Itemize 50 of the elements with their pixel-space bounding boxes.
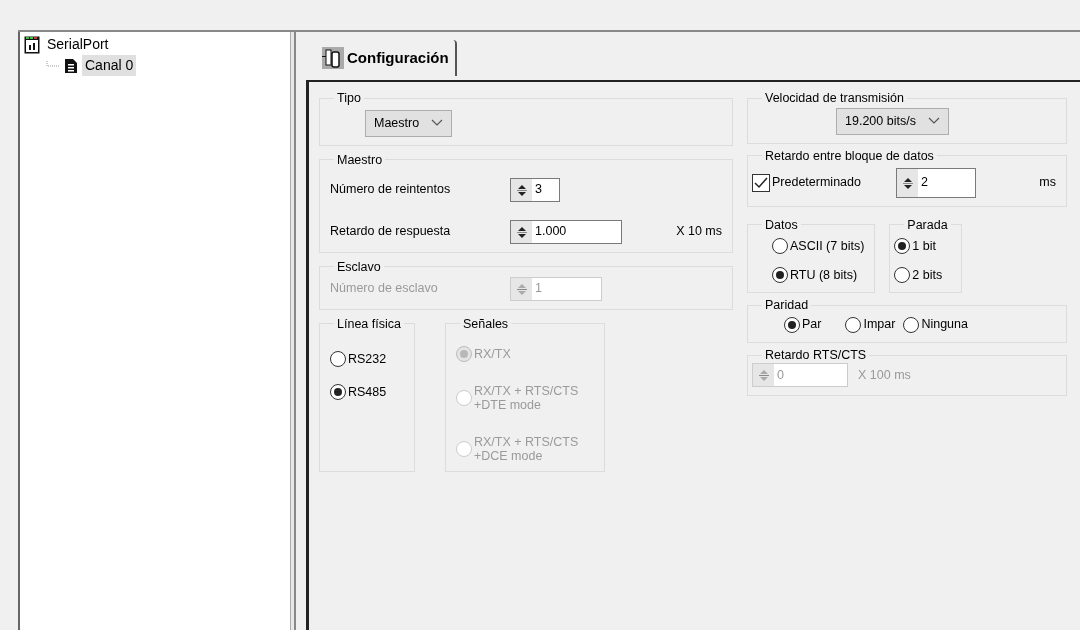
group-label: Tipo — [336, 90, 362, 106]
connector-icon — [322, 47, 344, 69]
check-icon — [754, 176, 768, 189]
group-label: Datos — [764, 216, 799, 233]
radio-button[interactable] — [330, 383, 346, 400]
radio-button[interactable] — [784, 316, 800, 333]
field-label: Retardo de respuesta — [330, 223, 452, 241]
radio-button[interactable] — [330, 351, 346, 368]
radio-button[interactable] — [894, 238, 911, 255]
document-icon — [64, 57, 78, 74]
group-label: Paridad — [764, 297, 810, 314]
checkbox-label[interactable]: Predeterminado — [772, 173, 872, 193]
unit-label: X 100 ms — [858, 366, 911, 384]
unit-label: X 10 ms — [676, 223, 722, 241]
dropdown[interactable]: 19.200 bits/s — [836, 108, 949, 135]
group-label: Línea física — [336, 315, 402, 332]
option-label[interactable]: Impar — [863, 315, 896, 334]
option-label[interactable]: Ninguna — [921, 315, 968, 334]
option-label: RX/TX — [473, 346, 512, 361]
tree-item[interactable]: Canal 0 — [82, 55, 137, 76]
option-label[interactable]: RTU (8 bits) — [790, 265, 858, 285]
option-label[interactable]: RS232 — [348, 349, 387, 369]
radio-button[interactable] — [894, 266, 911, 283]
group-label: Señales — [461, 315, 510, 332]
checkbox[interactable] — [752, 173, 770, 192]
option-label: RX/TX + RTS/CTS +DCE mode — [473, 434, 580, 464]
group-label: Retardo entre bloque de datos — [764, 147, 935, 164]
group-label: Parada — [906, 216, 949, 233]
field-label: Número de esclavo — [330, 280, 439, 298]
option-label[interactable]: 1 bit — [912, 236, 936, 256]
group-label: Maestro — [336, 151, 384, 168]
option-label: RX/TX + RTS/CTS +DTE mode — [473, 383, 580, 413]
option-label[interactable]: Par — [802, 315, 822, 334]
group-label: Velocidad de transmisión — [764, 90, 905, 106]
option-label[interactable]: ASCII (7 bits) — [790, 236, 865, 256]
group-label: Esclavo — [336, 258, 382, 275]
field-label: Número de reintentos — [330, 181, 452, 199]
device-icon — [24, 35, 40, 54]
option-label[interactable]: RS485 — [348, 382, 387, 402]
tree-item[interactable]: SerialPort — [44, 34, 112, 55]
group-label: Retardo RTS/CTS — [764, 347, 868, 363]
dropdown[interactable]: Maestro — [365, 110, 453, 137]
radio-button[interactable] — [903, 316, 920, 333]
radio-button[interactable] — [772, 266, 788, 283]
option-label[interactable]: 2 bits — [912, 265, 943, 285]
radio-button[interactable] — [772, 238, 788, 255]
caret-icon — [431, 119, 444, 128]
unit-label: ms — [1039, 174, 1056, 192]
radio-button[interactable] — [845, 316, 862, 333]
caret-icon — [927, 117, 940, 126]
